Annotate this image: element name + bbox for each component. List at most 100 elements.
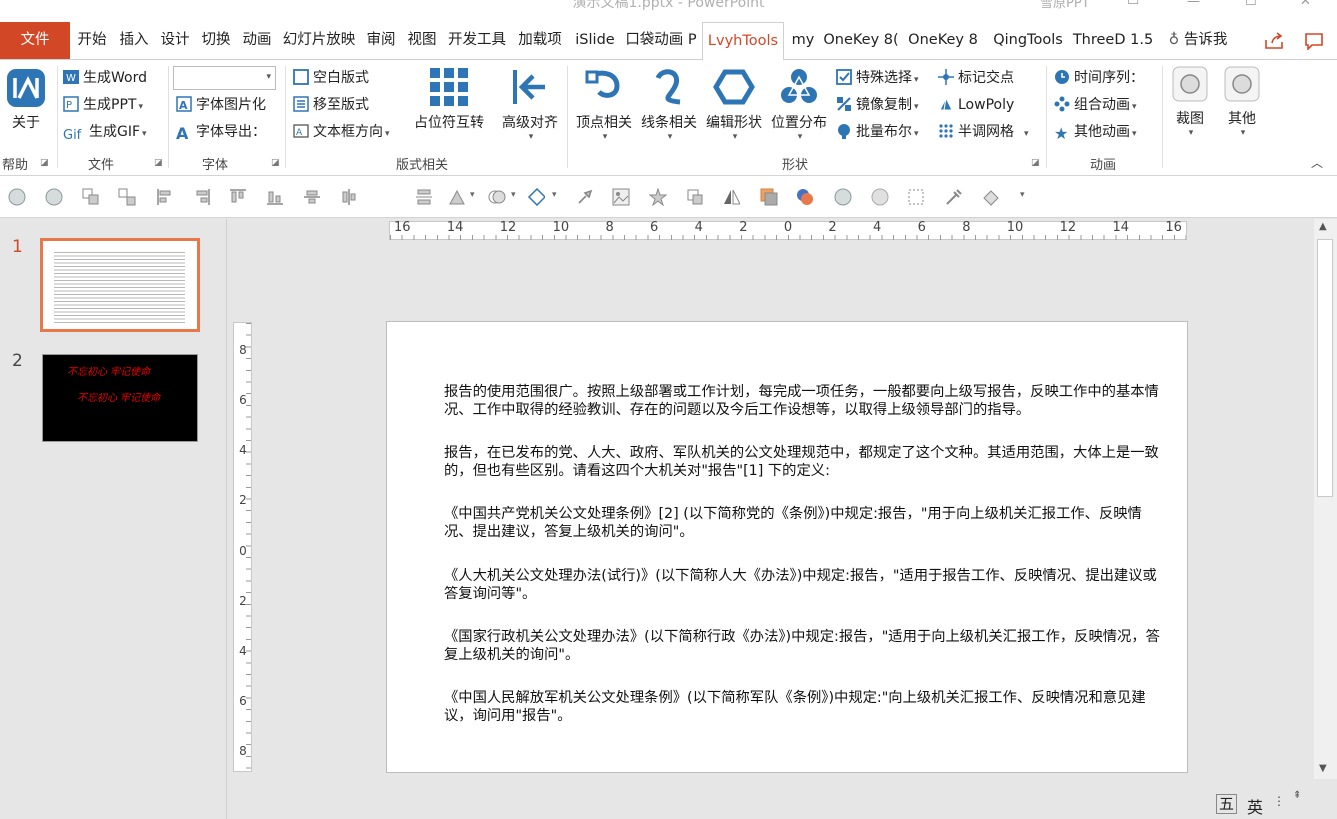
- circle-tool-icon[interactable]: [834, 188, 852, 206]
- align-right-tool-icon[interactable]: [193, 188, 211, 206]
- slide-paragraph[interactable]: 报告的使用范围很广。按照上级部署或工作计划，每完成一项任务，一般都要向上级写报告…: [444, 383, 1166, 419]
- edit-shape-button[interactable]: 编辑形状 ▾: [702, 66, 766, 142]
- align-middle-tool-icon[interactable]: [303, 188, 321, 206]
- distribute-button[interactable]: 位置分布 ▾: [767, 66, 831, 142]
- shape-select-icon[interactable]: [527, 188, 545, 206]
- generate-ppt-button[interactable]: P 生成PPT ▾: [63, 93, 143, 117]
- tab-qingtools[interactable]: QingTools: [985, 22, 1071, 59]
- batch-boolean-button[interactable]: 批量布尔 ▾: [836, 120, 919, 144]
- blank-layout-button[interactable]: 空白版式: [293, 66, 369, 90]
- circle-tool-icon[interactable]: [45, 188, 63, 206]
- move-to-layout-button[interactable]: 移至版式: [293, 93, 369, 117]
- user-name[interactable]: 雪原PPT: [1040, 0, 1090, 11]
- vertical-scrollbar[interactable]: ▲ ▼: [1314, 219, 1337, 779]
- misc-button[interactable]: 其他 ▾: [1218, 66, 1266, 138]
- tab-pocket-animation[interactable]: 口袋动画 P: [622, 22, 700, 59]
- color-swap-icon[interactable]: [796, 188, 814, 206]
- rotate-tool-icon[interactable]: [448, 188, 466, 206]
- line-button[interactable]: 线条相关 ▾: [637, 66, 701, 142]
- slide-paragraph[interactable]: 《中国人民解放军机关公文处理条例》(以下简称军队《条例》)中规定:"向上级机关汇…: [444, 689, 1166, 725]
- tab-onekey-8[interactable]: OneKey 8: [902, 22, 984, 59]
- ime-english-label[interactable]: 英: [1247, 794, 1263, 818]
- crop-tool-icon[interactable]: [686, 188, 704, 206]
- shape-merge-icon[interactable]: [488, 188, 506, 206]
- textbox-direction-button[interactable]: A 文本框方向 ▾: [293, 120, 390, 144]
- slide-thumbnail-1[interactable]: [40, 238, 200, 332]
- tab-slideshow[interactable]: 幻灯片放映: [278, 22, 360, 59]
- tab-developer[interactable]: 开发工具: [443, 22, 511, 59]
- group-launcher-icon[interactable]: ◪: [1031, 158, 1040, 168]
- align-top-tool-icon[interactable]: [229, 188, 247, 206]
- tab-insert[interactable]: 插入: [114, 22, 154, 59]
- image-tool-icon[interactable]: [612, 188, 630, 206]
- about-button[interactable]: 关于: [4, 68, 48, 132]
- other-animation-button[interactable]: ★ 其他动画 ▾: [1054, 120, 1137, 144]
- minimize-icon[interactable]: —: [1187, 0, 1200, 9]
- slide-paragraph[interactable]: 《国家行政机关公文处理办法》(以下简称行政《办法》)中规定:报告，"适用于向上级…: [444, 628, 1166, 664]
- share-icon[interactable]: [1264, 32, 1284, 50]
- ribbon-display-icon[interactable]: ▭: [1127, 0, 1139, 9]
- ime-wubi-label[interactable]: 五: [1216, 794, 1238, 814]
- font-to-image-button[interactable]: A 字体图片化: [176, 93, 266, 117]
- timeline-button[interactable]: 时间序列：: [1054, 66, 1144, 90]
- lowpoly-button[interactable]: LowPoly: [938, 93, 1014, 117]
- scroll-down-arrow-icon[interactable]: ▼: [1319, 763, 1327, 774]
- horizontal-ruler[interactable]: 16 14 12 10 8 6 4 2 0 2 4 6 8 10 12 14 16: [389, 220, 1187, 240]
- special-select-button[interactable]: 特殊选择 ▾: [836, 66, 919, 90]
- group-tool-icon[interactable]: [82, 188, 100, 206]
- tab-transitions[interactable]: 切换: [196, 22, 236, 59]
- tab-view[interactable]: 视图: [402, 22, 442, 59]
- combine-animation-button[interactable]: 组合动画 ▾: [1054, 93, 1137, 117]
- align-left-tool-icon[interactable]: [156, 188, 174, 206]
- vertical-ruler[interactable]: 864202468: [233, 322, 252, 772]
- customize-toolbar-icon[interactable]: ▾: [1020, 190, 1025, 200]
- chevron-down-icon[interactable]: ▾: [511, 190, 516, 200]
- tab-animations[interactable]: 动画: [237, 22, 277, 59]
- vertex-button[interactable]: 顶点相关 ▾: [572, 66, 636, 142]
- advanced-align-button[interactable]: 高级对齐 ▾: [497, 66, 563, 142]
- generate-word-button[interactable]: W 生成Word: [63, 66, 147, 90]
- font-dropdown[interactable]: ▾: [173, 66, 276, 90]
- slide-paragraph[interactable]: 《中国共产党机关公文处理条例》[2] (以下简称党的《条例》)中规定:报告，"用…: [444, 505, 1166, 541]
- tab-addins[interactable]: 加载项: [512, 22, 568, 59]
- fill-color-icon[interactable]: [760, 188, 778, 206]
- prev-slide-icon[interactable]: ⇞: [1293, 790, 1301, 801]
- group-launcher-icon[interactable]: ◪: [40, 158, 49, 168]
- collapse-ribbon-icon[interactable]: ︿: [1311, 154, 1323, 171]
- tab-file[interactable]: 文件: [0, 22, 70, 59]
- mark-intersection-button[interactable]: 标记交点: [938, 66, 1014, 90]
- group-launcher-icon[interactable]: ◪: [154, 158, 163, 168]
- scrollbar-thumb[interactable]: [1317, 239, 1333, 497]
- group-launcher-icon[interactable]: ◪: [271, 158, 280, 168]
- comments-icon[interactable]: [1304, 32, 1324, 50]
- distribute-tool-icon[interactable]: [415, 188, 433, 206]
- circle-tool-icon[interactable]: [8, 188, 26, 206]
- format-painter-icon[interactable]: [981, 188, 999, 206]
- slide-1[interactable]: 报告的使用范围很广。按照上级部署或工作计划，每完成一项任务，一般都要向上级写报告…: [386, 321, 1188, 773]
- align-center-tool-icon[interactable]: [340, 188, 358, 206]
- tab-design[interactable]: 设计: [155, 22, 195, 59]
- flip-tool-icon[interactable]: [722, 188, 740, 206]
- tab-threed[interactable]: ThreeD 1.5: [1072, 22, 1154, 59]
- halftone-grid-button[interactable]: 半调网格 ▾: [938, 120, 1029, 144]
- tell-me-box[interactable]: ♁ 告诉我: [1160, 22, 1236, 59]
- tab-home[interactable]: 开始: [72, 22, 112, 59]
- mirror-copy-button[interactable]: 镜像复制 ▾: [836, 93, 919, 117]
- slide-thumbnail-2[interactable]: 不忘初心 牢记使命 不忘初心 牢记使命: [42, 354, 198, 442]
- slide-paragraph[interactable]: 报告，在已发布的党、人大、政府、军队机关的公文处理规范中，都规定了这个文种。其适…: [444, 444, 1166, 480]
- tab-onekey-8c[interactable]: OneKey 8(: [821, 22, 901, 59]
- align-bottom-tool-icon[interactable]: [266, 188, 284, 206]
- font-export-button[interactable]: A 字体导出：: [176, 120, 266, 144]
- ime-options-icon[interactable]: ⋮: [1273, 794, 1285, 808]
- ungroup-tool-icon[interactable]: [118, 188, 136, 206]
- brush-tool-icon[interactable]: [576, 188, 594, 206]
- tab-islide[interactable]: iSlide: [569, 22, 621, 59]
- maximize-icon[interactable]: ☐: [1245, 0, 1257, 9]
- slide-paragraph[interactable]: 《人大机关公文处理办法(试行)》(以下简称人大《办法》)中规定:报告，"适用于报…: [444, 567, 1166, 603]
- scroll-up-arrow-icon[interactable]: ▲: [1319, 221, 1327, 232]
- placeholder-swap-button[interactable]: 占位符互转: [410, 66, 488, 132]
- tab-review[interactable]: 审阅: [361, 22, 401, 59]
- chevron-down-icon[interactable]: ▾: [552, 190, 557, 200]
- tab-my[interactable]: my: [786, 22, 820, 59]
- circle-tool-icon[interactable]: [871, 188, 889, 206]
